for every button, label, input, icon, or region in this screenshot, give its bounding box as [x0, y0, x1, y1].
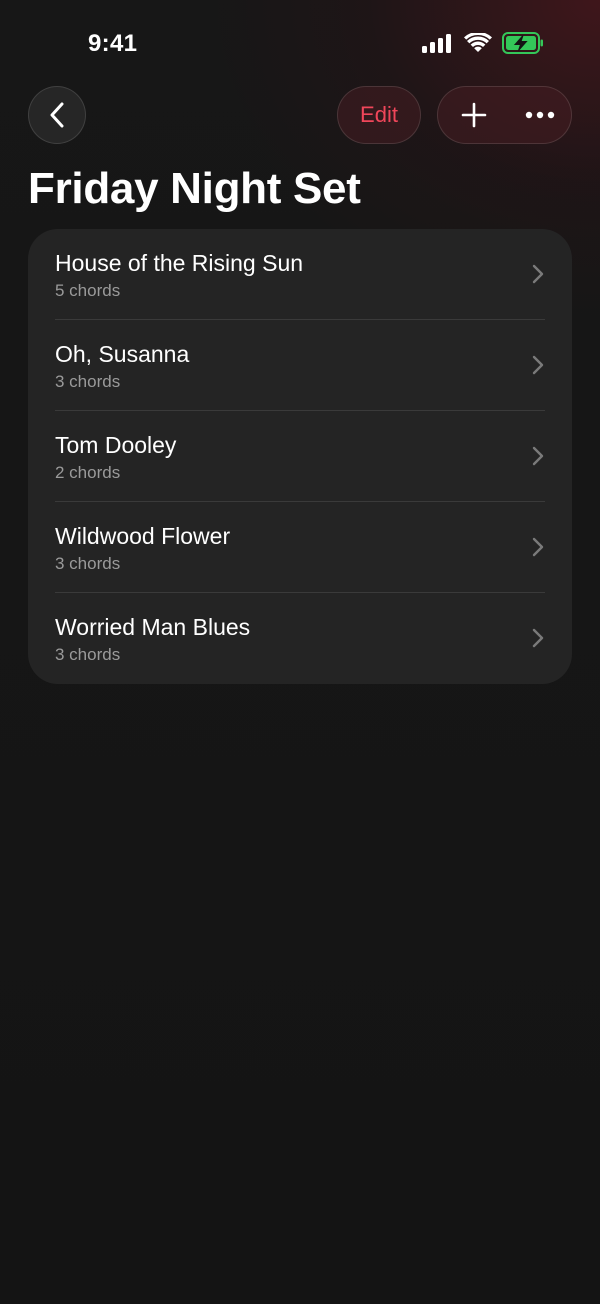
navigation-bar: Edit: [28, 86, 572, 144]
song-title: House of the Rising Sun: [55, 250, 304, 276]
song-title: Oh, Susanna: [55, 341, 190, 367]
wifi-icon: [464, 33, 492, 53]
list-item[interactable]: Oh, Susanna 3 chords: [28, 320, 572, 411]
list-item[interactable]: House of the Rising Sun 5 chords: [28, 229, 572, 320]
status-icons: [422, 32, 544, 54]
plus-icon: [461, 102, 487, 128]
song-chord-count: 5 chords: [55, 281, 121, 300]
status-time: 9:41: [88, 30, 138, 57]
chevron-left-icon: [50, 102, 64, 128]
add-button[interactable]: [446, 87, 502, 143]
ellipsis-icon: [525, 111, 555, 119]
song-chord-count: 2 chords: [55, 463, 121, 482]
song-title: Worried Man Blues: [55, 614, 251, 640]
list-item[interactable]: Tom Dooley 2 chords: [28, 411, 572, 502]
status-bar: 9:41: [0, 0, 600, 88]
more-button[interactable]: [512, 87, 568, 143]
song-chord-count: 3 chords: [55, 645, 121, 664]
list-item[interactable]: Worried Man Blues 3 chords: [28, 593, 572, 684]
chevron-right-icon: [532, 446, 544, 466]
battery-charging-icon: [502, 32, 544, 54]
song-title: Tom Dooley: [55, 432, 177, 458]
action-button-group: [437, 86, 572, 144]
back-button[interactable]: [28, 86, 86, 144]
edit-button[interactable]: Edit: [337, 86, 421, 144]
song-chord-count: 3 chords: [55, 554, 121, 573]
list-item[interactable]: Wildwood Flower 3 chords: [28, 502, 572, 593]
song-chord-count: 3 chords: [55, 372, 121, 391]
chevron-right-icon: [532, 355, 544, 375]
chevron-right-icon: [532, 264, 544, 284]
page-title: Friday Night Set: [28, 164, 361, 213]
cellular-signal-icon: [422, 33, 454, 53]
chevron-right-icon: [532, 537, 544, 557]
song-list: House of the Rising Sun 5 chords Oh, Sus…: [28, 229, 572, 684]
song-title: Wildwood Flower: [55, 523, 231, 549]
chevron-right-icon: [532, 628, 544, 648]
screen: 9:41 Edit Friday Night Set House of the …: [0, 0, 600, 1304]
